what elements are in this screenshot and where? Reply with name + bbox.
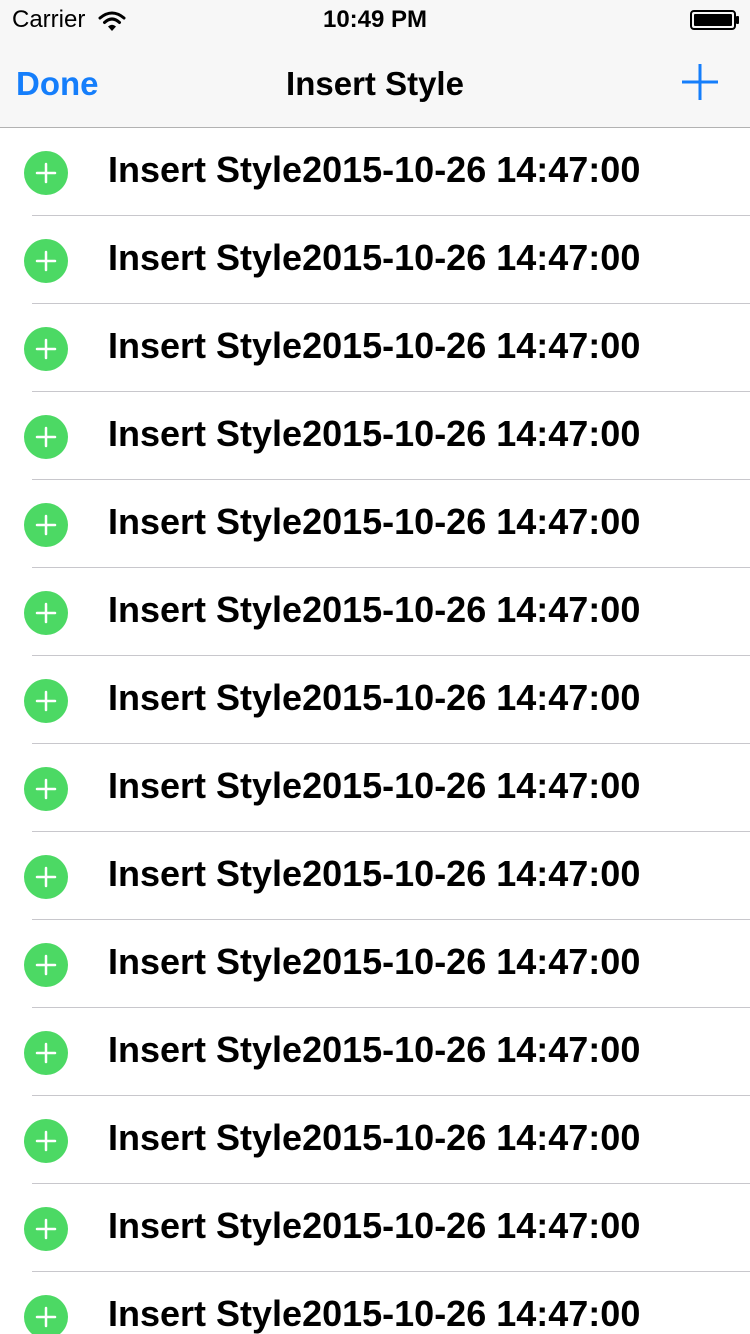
list-item[interactable]: Insert Style2015-10-26 14:47:00 [0, 744, 750, 832]
list-item[interactable]: Insert Style2015-10-26 14:47:00 [0, 216, 750, 304]
list-item-label: Insert Style2015-10-26 14:47:00 [108, 765, 641, 806]
insert-icon[interactable] [23, 414, 69, 460]
list-item-label: Insert Style2015-10-26 14:47:00 [108, 237, 641, 278]
insert-icon[interactable] [23, 238, 69, 284]
list-item-label: Insert Style2015-10-26 14:47:00 [108, 1117, 641, 1158]
top-bar: Carrier 10:49 PM Done Insert Style [0, 0, 750, 128]
list-item-label: Insert Style2015-10-26 14:47:00 [108, 1293, 641, 1334]
plus-icon[interactable] [680, 62, 720, 102]
list-item-label: Insert Style2015-10-26 14:47:00 [108, 501, 641, 542]
list-item[interactable]: Insert Style2015-10-26 14:47:00 [0, 656, 750, 744]
insert-icon[interactable] [23, 942, 69, 988]
list-item-label: Insert Style2015-10-26 14:47:00 [108, 413, 641, 454]
insert-icon[interactable] [23, 150, 69, 196]
list-item[interactable]: Insert Style2015-10-26 14:47:00 [0, 1272, 750, 1334]
insert-icon[interactable] [23, 766, 69, 812]
list-item[interactable]: Insert Style2015-10-26 14:47:00 [0, 304, 750, 392]
screen: Carrier 10:49 PM Done Insert Style Inser… [0, 0, 750, 1334]
insert-icon[interactable] [23, 326, 69, 372]
list-item[interactable]: Insert Style2015-10-26 14:47:00 [0, 568, 750, 656]
list-item-label: Insert Style2015-10-26 14:47:00 [108, 325, 641, 366]
insert-icon[interactable] [23, 1030, 69, 1076]
insert-icon[interactable] [23, 1294, 69, 1334]
insert-icon[interactable] [23, 1118, 69, 1164]
list-item[interactable]: Insert Style2015-10-26 14:47:00 [0, 832, 750, 920]
insert-icon[interactable] [23, 854, 69, 900]
insert-icon[interactable] [23, 502, 69, 548]
list-item[interactable]: Insert Style2015-10-26 14:47:00 [0, 920, 750, 1008]
page-title: Insert Style [286, 65, 464, 102]
list-item[interactable]: Insert Style2015-10-26 14:47:00 [0, 392, 750, 480]
list-item[interactable]: Insert Style2015-10-26 14:47:00 [0, 128, 750, 216]
status-bar: Carrier 10:49 PM [0, 0, 750, 40]
list-item[interactable]: Insert Style2015-10-26 14:47:00 [0, 1184, 750, 1272]
list-item-label: Insert Style2015-10-26 14:47:00 [108, 941, 641, 982]
list-item-label: Insert Style2015-10-26 14:47:00 [108, 853, 641, 894]
list-item-label: Insert Style2015-10-26 14:47:00 [108, 1205, 641, 1246]
style-list: Insert Style2015-10-26 14:47:00 Insert S… [0, 128, 750, 1334]
list-item-label: Insert Style2015-10-26 14:47:00 [108, 1029, 641, 1070]
list-item-label: Insert Style2015-10-26 14:47:00 [108, 149, 641, 190]
battery-icon [690, 10, 739, 30]
list-item[interactable]: Insert Style2015-10-26 14:47:00 [0, 1008, 750, 1096]
insert-icon[interactable] [23, 590, 69, 636]
insert-icon[interactable] [23, 1206, 69, 1252]
list-item[interactable]: Insert Style2015-10-26 14:47:00 [0, 480, 750, 568]
list-item-label: Insert Style2015-10-26 14:47:00 [108, 677, 641, 718]
list-item[interactable]: Insert Style2015-10-26 14:47:00 [0, 1096, 750, 1184]
status-time: 10:49 PM [322, 6, 428, 33]
list-item-label: Insert Style2015-10-26 14:47:00 [108, 589, 641, 630]
insert-icon[interactable] [23, 678, 69, 724]
